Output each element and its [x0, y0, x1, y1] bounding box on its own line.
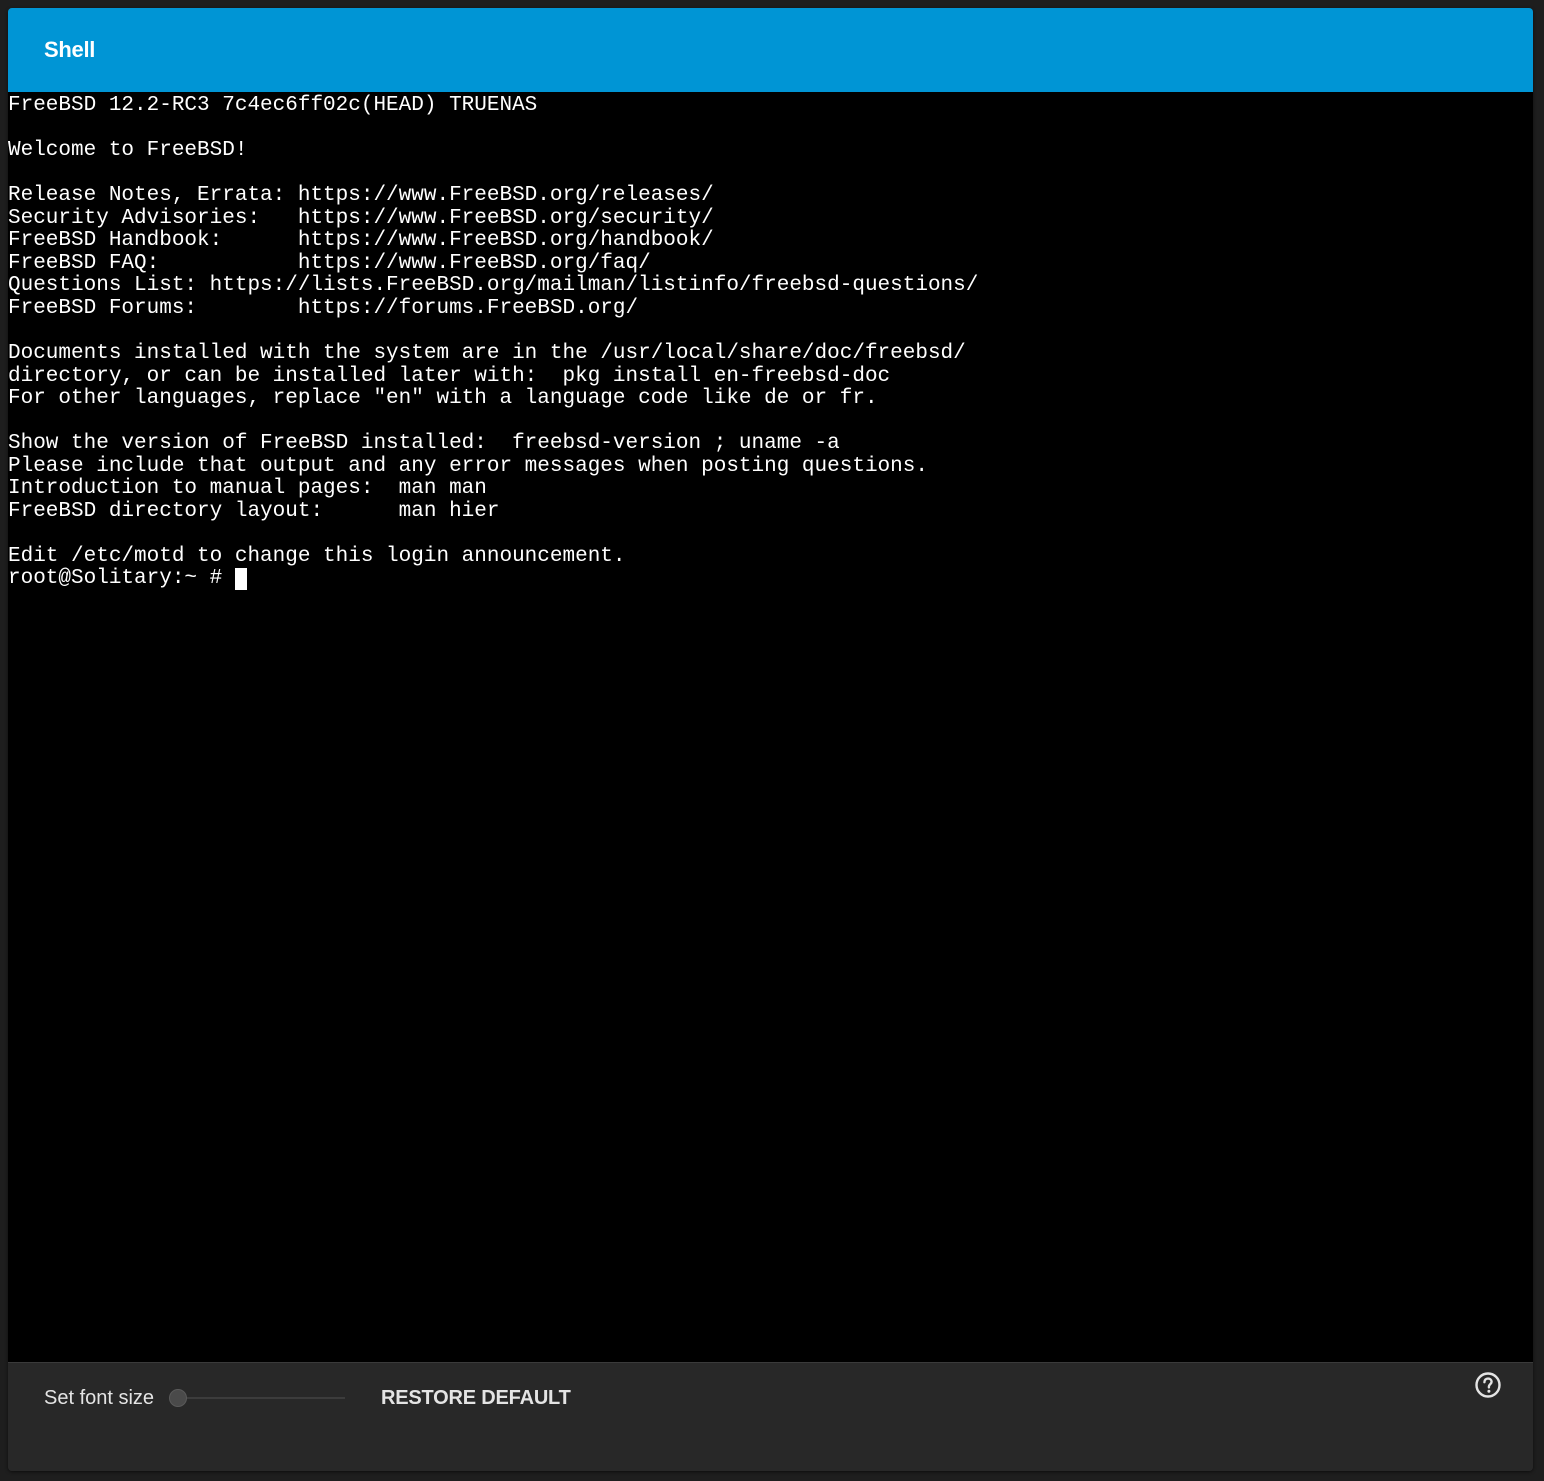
terminal-line: Welcome to FreeBSD! — [8, 139, 248, 163]
font-size-label: Set font size — [44, 1387, 155, 1409]
terminal[interactable]: FreeBSD 12.2-RC3 7c4ec6ff02c(HEAD) TRUEN… — [8, 92, 1533, 1362]
terminal-line: FreeBSD directory layout: man hier — [8, 499, 500, 523]
terminal-line: Documents installed with the system are … — [8, 342, 966, 366]
terminal-line: FreeBSD FAQ: https://www.FreeBSD.org/faq… — [8, 251, 651, 275]
shell-footer: Set font size RESTORE DEFAULT — [8, 1362, 1533, 1471]
terminal-line: FreeBSD Handbook: https://www.FreeBSD.or… — [8, 229, 714, 253]
terminal-prompt: root@Solitary:~ # — [8, 567, 235, 591]
terminal-cursor — [234, 568, 247, 591]
terminal-line: FreeBSD Forums: https://forums.FreeBSD.o… — [8, 296, 639, 320]
terminal-line: Release Notes, Errata: https://www.FreeB… — [8, 184, 714, 208]
font-size-slider[interactable] — [169, 1389, 345, 1407]
terminal-line: Edit /etc/motd to change this login anno… — [8, 544, 626, 568]
terminal-output: FreeBSD 12.2-RC3 7c4ec6ff02c(HEAD) TRUEN… — [8, 94, 979, 591]
terminal-line: For other languages, replace "en" with a… — [8, 387, 878, 411]
terminal-line: Please include that output and any error… — [8, 454, 928, 478]
shell-card: Shell FreeBSD 12.2-RC3 7c4ec6ff02c(HEAD)… — [8, 8, 1533, 1471]
shell-header: Shell — [8, 8, 1533, 92]
terminal-line: Security Advisories: https://www.FreeBSD… — [8, 206, 714, 230]
help-circle-icon[interactable] — [1474, 1371, 1502, 1399]
font-size-slider-thumb[interactable] — [169, 1389, 187, 1407]
terminal-line: directory, or can be installed later wit… — [8, 364, 891, 388]
terminal-line: FreeBSD 12.2-RC3 7c4ec6ff02c(HEAD) TRUEN… — [8, 94, 538, 117]
terminal-prompt-line[interactable]: root@Solitary:~ # — [8, 568, 978, 591]
help-circle-icon-svg — [1475, 1372, 1501, 1398]
restore-default-button[interactable]: RESTORE DEFAULT — [368, 1379, 584, 1417]
font-size-slider-track[interactable] — [169, 1397, 345, 1399]
terminal-line: Introduction to manual pages: man man — [8, 477, 487, 501]
terminal-line: Show the version of FreeBSD installed: f… — [8, 432, 840, 456]
page-title: Shell — [44, 37, 96, 62]
terminal-line: Questions List: https://lists.FreeBSD.or… — [8, 274, 979, 298]
